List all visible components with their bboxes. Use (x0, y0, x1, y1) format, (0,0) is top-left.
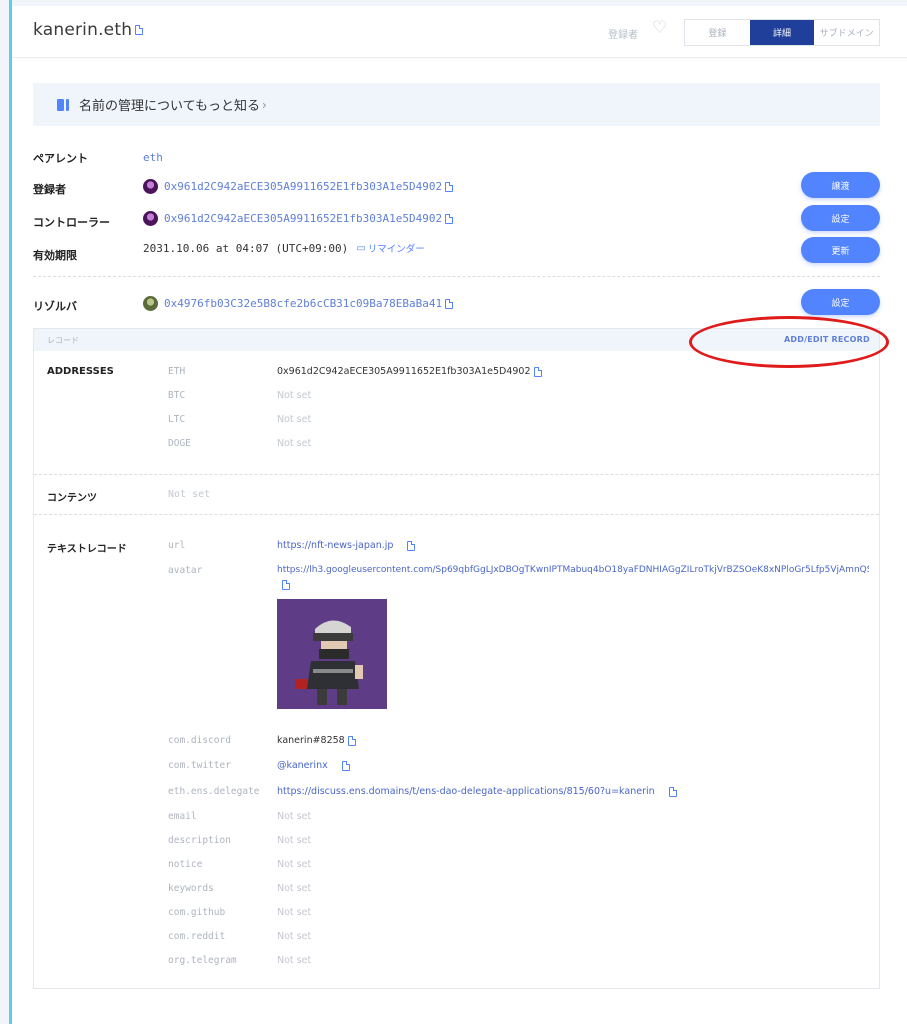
registrant-tag: 登録者 (608, 30, 638, 41)
copy-icon[interactable] (445, 181, 454, 192)
calendar-icon[interactable]: ▭ (356, 243, 365, 254)
registrant-avatar (143, 179, 158, 194)
learn-more-banner[interactable]: 名前の管理についてもっと知る › (33, 83, 880, 126)
address-key-eth: ETH (168, 366, 186, 377)
address-value-eth: 0x961d2C942aECE305A9911652E1fb303A1e5D49… (277, 366, 542, 377)
text-value-email: Not set (277, 811, 312, 822)
content-label: コンテンツ (47, 493, 97, 504)
content-value: Not set (168, 489, 211, 500)
text-value-reddit: Not set (277, 931, 312, 942)
text-value-url: https://nft-news-japan.jp (277, 540, 416, 551)
text-key-email: email (168, 811, 197, 822)
twitter-handle[interactable]: @kanerinx (277, 760, 328, 771)
address-key-doge: DOGE (168, 438, 191, 449)
tab-subdomains[interactable]: サブドメイン (814, 20, 879, 45)
name-details-card: kanerin.eth 登録者 ♡ 登録 詳細 サブドメイン 名前の管理について… (12, 6, 907, 1024)
chevron-right-icon: › (261, 97, 267, 112)
text-key-discord: com.discord (168, 735, 231, 746)
avatar-image (277, 599, 387, 709)
text-value-avatar[interactable]: https://lh3.googleusercontent.com/Sp69qb… (277, 565, 869, 575)
copy-icon[interactable] (341, 760, 350, 771)
header: kanerin.eth 登録者 ♡ 登録 詳細 サブドメイン (12, 6, 907, 58)
copy-icon[interactable] (347, 735, 356, 746)
copy-icon[interactable] (533, 366, 542, 377)
copy-icon[interactable] (668, 786, 677, 797)
controller-label: コントローラー (33, 216, 110, 229)
records-title: レコード (47, 336, 79, 345)
heart-icon[interactable]: ♡ (652, 20, 667, 37)
text-key-avatar: avatar (168, 565, 203, 576)
expiry-date: 2031.10.06 at 04:07 (UTC+09:00) (143, 241, 349, 255)
delegate-link[interactable]: https://discuss.ens.domains/t/ens-dao-de… (277, 786, 655, 797)
resolver-avatar (143, 296, 158, 311)
address-value-ltc: Not set (277, 414, 312, 425)
page-title: kanerin.eth (33, 20, 144, 40)
transfer-button[interactable]: 譲渡 (801, 172, 880, 198)
expiry-value: 2031.10.06 at 04:07 (UTC+09:00) ▭ リマインダー (143, 241, 425, 256)
controller-address[interactable]: 0x961d2C942aECE305A9911652E1fb303A1e5D49… (164, 212, 442, 225)
controller-set-button[interactable]: 設定 (801, 205, 880, 231)
eth-address[interactable]: 0x961d2C942aECE305A9911652E1fb303A1e5D49… (277, 366, 531, 377)
parent-label: ペアレント (33, 152, 88, 165)
text-key-description: description (168, 835, 231, 846)
text-key-notice: notice (168, 859, 203, 870)
registrant-address[interactable]: 0x961d2C942aECE305A9911652E1fb303A1e5D49… (164, 180, 442, 193)
red-highlight-annotation (689, 316, 889, 368)
tab-register[interactable]: 登録 (685, 20, 750, 45)
reminder-link[interactable]: リマインダー (368, 241, 425, 255)
text-value-notice: Not set (277, 859, 312, 870)
book-icon (57, 98, 71, 111)
controller-avatar (143, 211, 158, 226)
banner-text: 名前の管理についてもっと知る (79, 99, 260, 114)
tab-bar: 登録 詳細 サブドメイン (684, 19, 880, 46)
text-value-telegram: Not set (277, 955, 312, 966)
records-panel: レコード ADD/EDIT RECORD ADDRESSES ETH 0x961… (33, 328, 880, 989)
records-divider (34, 514, 879, 515)
copy-icon[interactable] (445, 298, 454, 309)
copy-icon[interactable] (445, 213, 454, 224)
addresses-label: ADDRESSES (47, 366, 114, 377)
text-key-url: url (168, 540, 186, 551)
resolver-set-button[interactable]: 設定 (801, 289, 880, 315)
section-divider (33, 276, 880, 277)
text-value-github: Not set (277, 907, 312, 918)
text-key-github: com.github (168, 907, 226, 918)
discord-handle[interactable]: kanerin#8258 (277, 735, 345, 746)
address-value-doge: Not set (277, 438, 312, 449)
controller-value: 0x961d2C942aECE305A9911652E1fb303A1e5D49… (143, 211, 454, 226)
registrant-label: 登録者 (33, 183, 66, 196)
parent-value[interactable]: eth (143, 151, 163, 164)
resolver-label: リゾルバ (33, 300, 77, 313)
address-key-ltc: LTC (168, 414, 186, 425)
address-key-btc: BTC (168, 390, 186, 401)
copy-icon[interactable] (282, 580, 290, 590)
expiry-label: 有効期限 (33, 249, 77, 262)
text-records-label: テキストレコード (47, 544, 127, 555)
text-key-reddit: com.reddit (168, 931, 226, 942)
copy-icon[interactable] (135, 25, 144, 35)
copy-icon[interactable] (407, 540, 416, 551)
resolver-value: 0x4976fb03C32e5B8cfe2b6cCB31c09Ba78EBaBa… (143, 296, 454, 311)
tab-details[interactable]: 詳細 (749, 20, 815, 45)
records-divider (34, 474, 879, 475)
registrant-value: 0x961d2C942aECE305A9911652E1fb303A1e5D49… (143, 179, 454, 194)
text-value-delegate: https://discuss.ens.domains/t/ens-dao-de… (277, 786, 677, 797)
text-key-twitter: com.twitter (168, 760, 231, 771)
text-value-twitter: @kanerinx (277, 760, 350, 771)
domain-name: kanerin.eth (33, 20, 133, 40)
url-link[interactable]: https://nft-news-japan.jp (277, 540, 393, 551)
address-value-btc: Not set (277, 390, 312, 401)
resolver-address[interactable]: 0x4976fb03C32e5B8cfe2b6cCB31c09Ba78EBaBa… (164, 297, 442, 310)
text-value-discord: kanerin#8258 (277, 735, 356, 746)
renew-button[interactable]: 更新 (801, 237, 880, 263)
text-key-telegram: org.telegram (168, 955, 237, 966)
text-key-delegate: eth.ens.delegate (168, 786, 260, 797)
text-key-keywords: keywords (168, 883, 214, 894)
text-value-keywords: Not set (277, 883, 312, 894)
text-value-description: Not set (277, 835, 312, 846)
